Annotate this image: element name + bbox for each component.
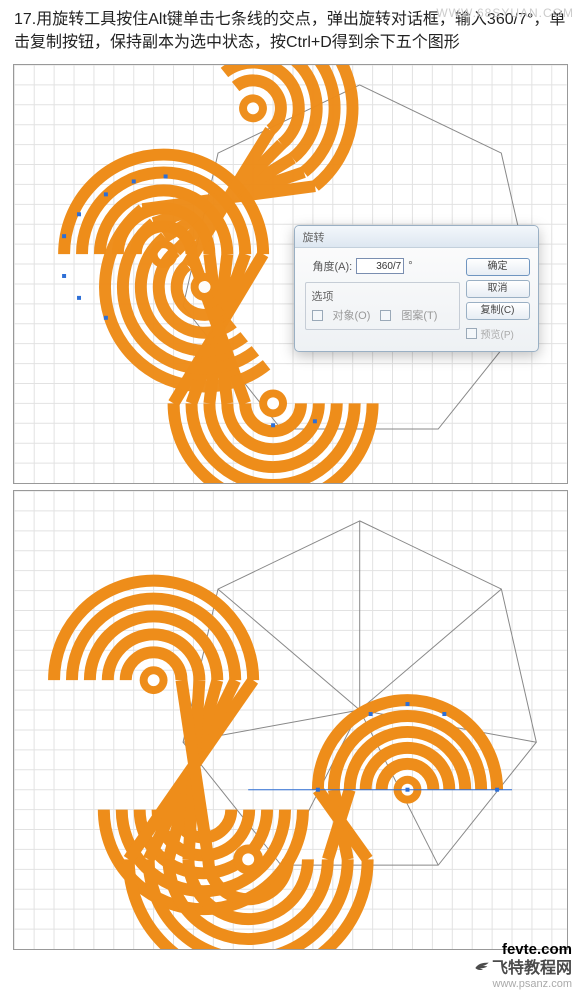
checkbox-patterns-label: 图案(T) (401, 307, 437, 323)
watermark-bottom: fevte.com 飞特教程网 www.psanz.com (474, 941, 572, 991)
watermark-fevte: fevte.com (474, 941, 572, 959)
copy-button[interactable]: 复制(C) (466, 302, 530, 320)
checkbox-objects-label: 对象(O) (333, 307, 371, 323)
checkbox-objects[interactable] (312, 310, 323, 321)
angle-input[interactable] (356, 258, 404, 274)
preview-label: 预览(P) (481, 326, 514, 341)
illustration-bottom (13, 490, 568, 950)
checkbox-preview[interactable] (466, 328, 477, 339)
options-group-label: 选项 (312, 288, 453, 304)
wing-icon (474, 960, 490, 976)
options-group: 选项 对象(O) 图案(T) (305, 282, 460, 330)
step-number: 17. (14, 11, 36, 28)
watermark-url: www.psanz.com (474, 978, 572, 991)
illustration-top: 旋转 角度(A): ° 选项 对象(O) 图案(T) (13, 64, 568, 484)
watermark-top: WWW.68SYUAN.COM (436, 6, 574, 20)
rotate-dialog: 旋转 角度(A): ° 选项 对象(O) 图案(T) (294, 225, 539, 352)
checkbox-patterns[interactable] (380, 310, 391, 321)
ok-button[interactable]: 确定 (466, 258, 530, 276)
cancel-button[interactable]: 取消 (466, 280, 530, 298)
watermark-cn: 飞特教程网 (474, 959, 572, 978)
dialog-titlebar[interactable]: 旋转 (295, 226, 538, 248)
degree-symbol: ° (408, 260, 412, 272)
angle-label: 角度(A): (313, 258, 353, 274)
